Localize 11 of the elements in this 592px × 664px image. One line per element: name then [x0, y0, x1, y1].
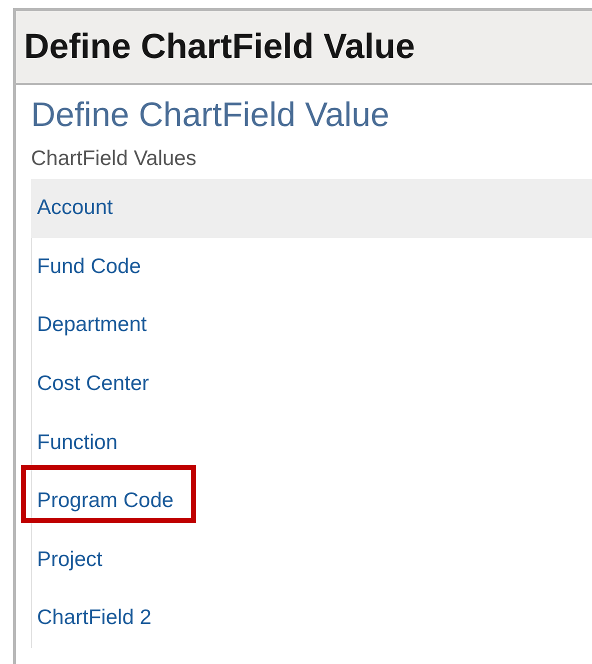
- list-item[interactable]: ChartField 2: [31, 589, 592, 648]
- list-item[interactable]: Cost Center: [31, 354, 592, 414]
- list-item[interactable]: Function: [31, 413, 592, 472]
- window-title: Define ChartField Value: [24, 27, 415, 67]
- list-label: ChartField Values: [31, 147, 198, 171]
- list-item[interactable]: Department: [31, 296, 592, 355]
- list-item[interactable]: Project: [31, 530, 592, 590]
- list-item[interactable]: Fund Code: [31, 238, 592, 296]
- page-heading: Define ChartField Value: [31, 95, 390, 136]
- list-item[interactable]: Account: [31, 179, 592, 238]
- list-item[interactable]: Program Code: [31, 472, 592, 531]
